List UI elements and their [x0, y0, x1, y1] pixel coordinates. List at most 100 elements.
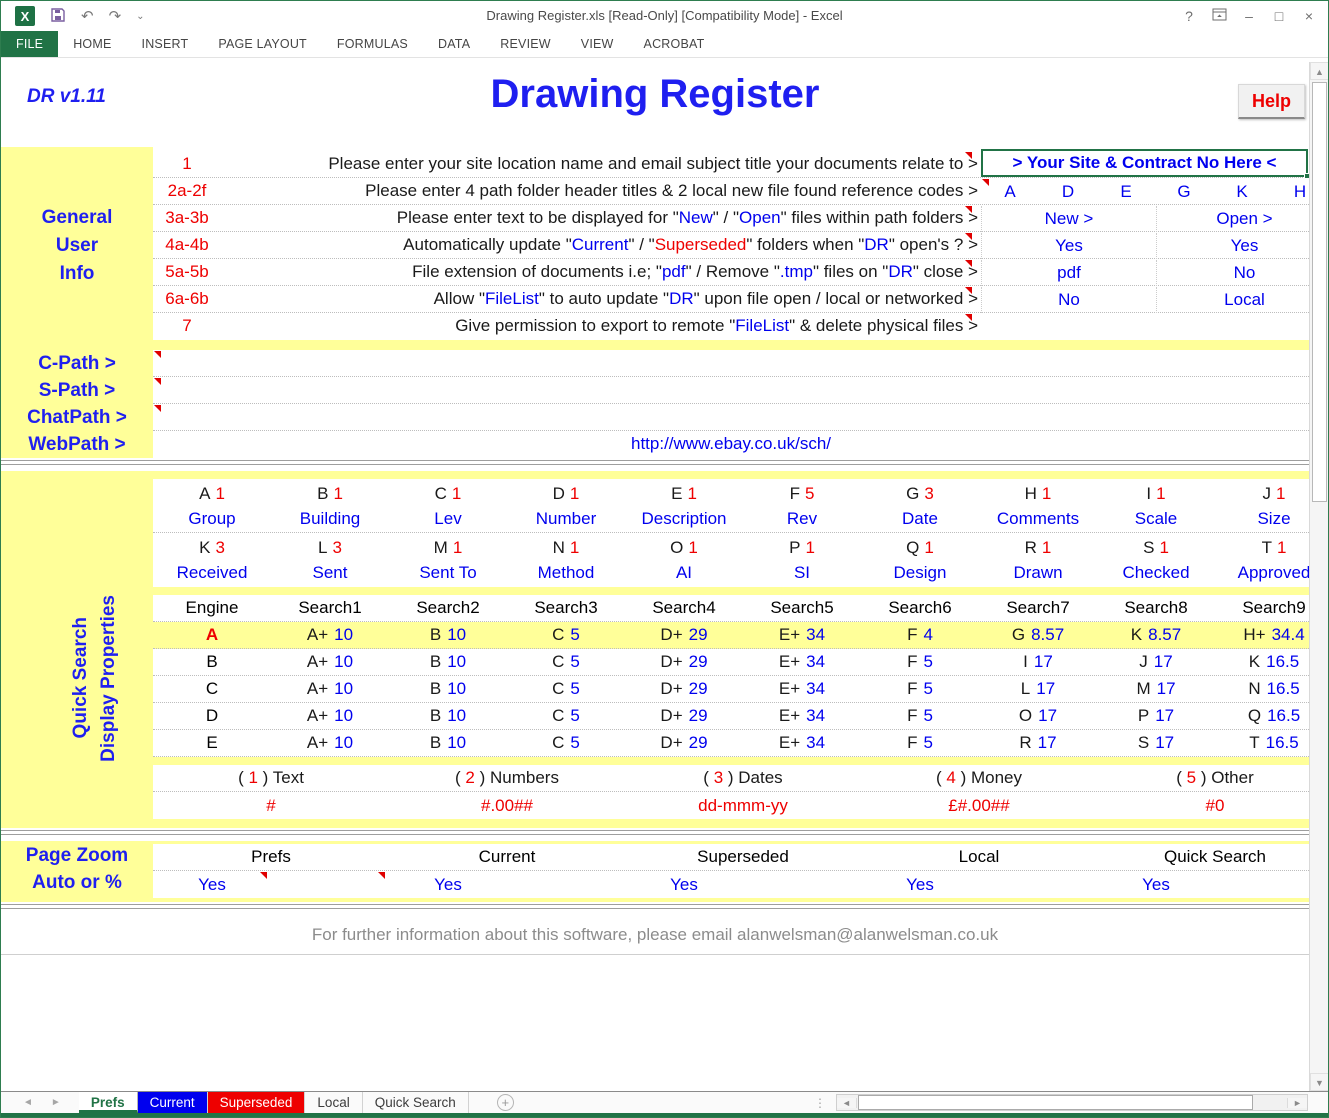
qs-value-cell[interactable]: D+29 [625, 625, 743, 645]
display-property-D[interactable]: D1Number [507, 479, 625, 532]
format-value[interactable]: # [153, 796, 389, 816]
qs-value-cell[interactable]: K8.57 [1097, 625, 1215, 645]
remove-tmp-cell[interactable]: No [1156, 260, 1329, 286]
pagezoom-value-cell[interactable]: Yes [861, 875, 1097, 895]
pagezoom-value-cell[interactable]: Yes [625, 875, 861, 895]
qs-value-cell[interactable]: R17 [979, 733, 1097, 753]
local-networked-cell[interactable]: Local [1156, 287, 1329, 313]
qs-engine-cell[interactable]: C [153, 679, 271, 699]
ribbon-tab-formulas[interactable]: FORMULAS [322, 31, 423, 57]
horizontal-scrollbar[interactable]: ◄ ► [836, 1094, 1308, 1111]
path-letter-cell[interactable]: D [1039, 179, 1097, 205]
display-property-G[interactable]: G3Date [861, 479, 979, 532]
maximize-icon[interactable]: □ [1264, 8, 1294, 24]
display-property-E[interactable]: E1Description [625, 479, 743, 532]
qs-value-cell[interactable]: E+34 [743, 679, 861, 699]
qs-value-cell[interactable]: B10 [389, 733, 507, 753]
scroll-up-icon[interactable]: ▲ [1310, 62, 1329, 80]
display-property-A[interactable]: A1Group [153, 479, 271, 532]
sheet-nav-left-icon[interactable]: ◄ [23, 1097, 33, 1108]
qs-value-cell[interactable]: F5 [861, 679, 979, 699]
qs-value-cell[interactable]: D+29 [625, 706, 743, 726]
qs-value-cell[interactable]: B10 [389, 652, 507, 672]
ribbon-tab-page-layout[interactable]: PAGE LAYOUT [203, 31, 322, 57]
display-property-C[interactable]: C1Lev [389, 479, 507, 532]
close-icon[interactable]: × [1294, 8, 1324, 24]
ribbon-tab-review[interactable]: REVIEW [485, 31, 566, 57]
pagezoom-value-cell[interactable]: Yes [389, 875, 625, 895]
qs-value-cell[interactable]: D+29 [625, 733, 743, 753]
sheet-tab-local[interactable]: Local [305, 1092, 362, 1113]
open-text-cell[interactable]: Open > [1156, 206, 1329, 232]
qs-value-cell[interactable]: F5 [861, 733, 979, 753]
ribbon-tab-acrobat[interactable]: ACROBAT [629, 31, 720, 57]
qs-value-cell[interactable]: F5 [861, 652, 979, 672]
sheet-tab-prefs[interactable]: Prefs [79, 1092, 138, 1113]
qs-value-cell[interactable]: C5 [507, 733, 625, 753]
display-property-T[interactable]: T1Approved [1215, 533, 1309, 587]
ribbon-tab-home[interactable]: HOME [58, 31, 126, 57]
qs-value-cell[interactable]: E+34 [743, 625, 861, 645]
path-letter-cell[interactable]: E [1097, 179, 1155, 205]
qs-engine-cell[interactable]: E [153, 733, 271, 753]
webpath-cell[interactable]: http://www.ebay.co.uk/sch/ [153, 431, 1309, 458]
qs-value-cell[interactable]: A+10 [271, 625, 389, 645]
qs-value-cell[interactable]: C5 [507, 652, 625, 672]
pagezoom-value-cell[interactable]: Yes [153, 875, 389, 895]
qs-value-cell[interactable]: B10 [389, 706, 507, 726]
qs-value-cell[interactable]: E+34 [743, 733, 861, 753]
sheet-tab-quick-search[interactable]: Quick Search [363, 1092, 469, 1113]
new-text-cell[interactable]: New > [981, 206, 1156, 232]
qs-value-cell[interactable]: G8.57 [979, 625, 1097, 645]
path-letter-cell[interactable]: A [981, 179, 1039, 205]
path-letter-cell[interactable]: K [1213, 179, 1271, 205]
qs-value-cell[interactable]: N16.5 [1215, 679, 1309, 699]
pagezoom-value-cell[interactable]: Yes [1097, 875, 1329, 895]
qs-value-cell[interactable]: P17 [1097, 706, 1215, 726]
qs-value-cell[interactable]: C5 [507, 625, 625, 645]
qs-value-cell[interactable]: B10 [389, 679, 507, 699]
qs-value-cell[interactable]: A+10 [271, 679, 389, 699]
qs-value-cell[interactable]: J17 [1097, 652, 1215, 672]
qs-engine-cell[interactable]: A [153, 625, 271, 645]
webpath-url[interactable]: http://www.ebay.co.uk/sch/ [153, 431, 1309, 457]
qs-value-cell[interactable]: Q16.5 [1215, 706, 1309, 726]
qs-value-cell[interactable]: H+34.4 [1215, 625, 1309, 645]
qs-value-cell[interactable]: T16.5 [1215, 733, 1309, 753]
display-property-R[interactable]: R1Drawn [979, 533, 1097, 587]
qs-value-cell[interactable]: O17 [979, 706, 1097, 726]
sheet-tab-superseded[interactable]: Superseded [208, 1092, 306, 1113]
c-path-cell[interactable] [153, 350, 1309, 377]
qs-value-cell[interactable]: A+10 [271, 706, 389, 726]
qs-value-cell[interactable]: B10 [389, 625, 507, 645]
qs-value-cell[interactable]: F4 [861, 625, 979, 645]
qs-value-cell[interactable]: E+34 [743, 652, 861, 672]
display-property-K[interactable]: K3Received [153, 533, 271, 587]
qs-value-cell[interactable]: C5 [507, 706, 625, 726]
horizontal-scrollbar-thumb[interactable] [858, 1095, 1253, 1110]
display-property-J[interactable]: J1Size [1215, 479, 1309, 532]
scroll-left-icon[interactable]: ◄ [837, 1098, 857, 1108]
format-value[interactable]: dd-mmm-yy [625, 796, 861, 816]
vertical-scrollbar-thumb[interactable] [1312, 82, 1327, 502]
display-property-M[interactable]: M1Sent To [389, 533, 507, 587]
qs-value-cell[interactable]: E+34 [743, 706, 861, 726]
qs-engine-cell[interactable]: B [153, 652, 271, 672]
tab-splitter-icon[interactable]: ⋮ [814, 1096, 826, 1110]
help-button[interactable]: Help [1238, 84, 1305, 119]
ribbon-tab-file[interactable]: FILE [1, 31, 58, 57]
display-property-F[interactable]: F5Rev [743, 479, 861, 532]
sheet-tab-current[interactable]: Current [138, 1092, 208, 1113]
qs-value-cell[interactable]: D+29 [625, 679, 743, 699]
auto-update-current-cell[interactable]: Yes [981, 233, 1156, 259]
qs-value-cell[interactable]: F5 [861, 706, 979, 726]
display-property-H[interactable]: H1Comments [979, 479, 1097, 532]
display-property-I[interactable]: I1Scale [1097, 479, 1215, 532]
vertical-scrollbar[interactable]: ▲ ▼ [1309, 62, 1329, 1091]
chatpath-cell[interactable] [153, 404, 1309, 431]
display-property-N[interactable]: N1Method [507, 533, 625, 587]
ribbon-tab-view[interactable]: VIEW [566, 31, 629, 57]
file-extension-cell[interactable]: pdf [981, 260, 1156, 286]
qs-value-cell[interactable]: K16.5 [1215, 652, 1309, 672]
format-value[interactable]: #.00## [389, 796, 625, 816]
